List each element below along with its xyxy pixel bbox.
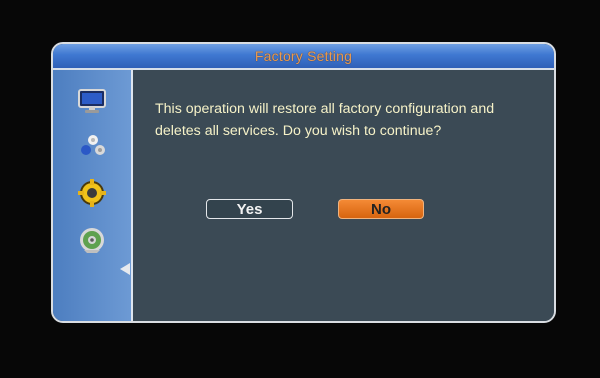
sidebar-item-installation[interactable] xyxy=(76,85,108,117)
tv-screen: Factory Setting This operation will rest… xyxy=(0,0,600,378)
no-button[interactable]: No xyxy=(338,199,424,219)
sidebar-item-tools[interactable] xyxy=(76,224,108,256)
disc-icon xyxy=(80,228,104,253)
confirmation-message: This operation will restore all factory … xyxy=(155,101,495,139)
monitor-icon xyxy=(78,89,106,113)
title-bar: Factory Setting xyxy=(53,44,554,70)
sidebar xyxy=(53,70,133,321)
gear-icon xyxy=(78,179,106,207)
sidebar-item-settings[interactable] xyxy=(76,177,108,209)
dialog-title: Factory Setting xyxy=(254,48,353,64)
selection-pointer-icon xyxy=(120,263,130,275)
dialog-content: This operation will restore all factory … xyxy=(133,70,554,321)
dots-icon xyxy=(81,135,105,155)
yes-button[interactable]: Yes xyxy=(206,199,293,219)
factory-setting-dialog: Factory Setting This operation will rest… xyxy=(51,42,556,323)
sidebar-item-system[interactable] xyxy=(76,130,108,162)
